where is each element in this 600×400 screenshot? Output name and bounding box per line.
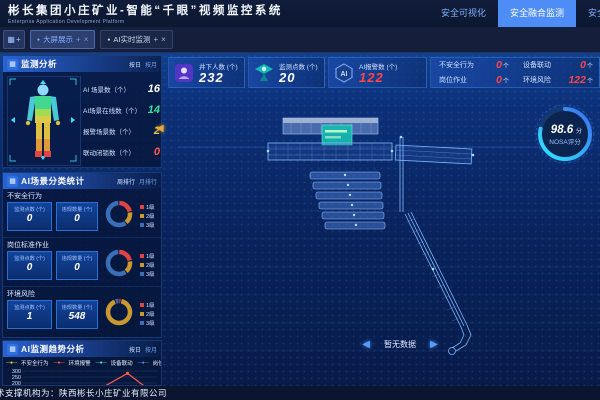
donut-legend: 1级 2级 3级 [140,300,155,327]
metric-box: 监测点数 (个)1 [7,300,52,329]
panel-header: ▦ AI场景分类统计 周排行 月排行 [3,173,161,189]
page-left-arrow-icon[interactable]: ◀ [362,339,370,350]
toggle-daily[interactable]: 按日 [129,60,141,69]
stat-row: 联动闭锁数（个）0 [83,141,160,162]
tab-dot-icon: ● [37,37,40,43]
metric-box: 违规数量 (个)548 [56,300,98,329]
trend-legend: —●—不安全行为 —●—环境报警 —●—设备联动 —●—岗位作业 [3,357,161,367]
add-icon: + [16,35,21,44]
stat-row: AI场景在线数（个）14 [83,99,160,120]
main-roadway-tunnel [268,143,392,160]
metric-box: 违规数量 (个)0 [56,251,98,280]
panel-grid-icon: ▦ [7,35,15,44]
monitor-point-icon [254,63,274,83]
nav-safety-fusion-monitoring[interactable]: 安全融合监测 [498,0,576,27]
donut-chart-position [103,247,135,279]
panel-header: ▦ 监测分析 按日 按月 [3,56,161,72]
grid-stat: 不安全行为0个 [431,58,515,73]
grid-stat: 岗位作业0个 [431,73,515,88]
card-monitor-points: 监测点数 (个) 20 [248,57,325,88]
app-subtitle: Enterprise Application Development Platf… [8,19,283,25]
add-icon[interactable]: + [76,35,81,44]
donut-chart-unsafe [103,198,135,230]
miner-icon [174,63,194,83]
toggle-weekly-rank[interactable]: 周排行 [117,177,135,186]
toggle-monthly[interactable]: 按月 [145,345,157,354]
donut-chart-environment [103,296,135,328]
map-background-lines [168,211,600,351]
inclined-tunnel [405,212,467,327]
card-ai-alarms: AI AI报警数 (个) 122 [328,57,427,88]
support-org-text: 技术支撑机构为：陕西彬长小庄矿业有限公司 [0,386,167,400]
tab-label: 大屏展示 [43,34,73,45]
grid-stat: 设备联动0个 [515,58,599,73]
toggle-monthly-rank[interactable]: 月排行 [139,177,157,186]
nosa-gauge: 98.6 分 NOSA评分 [532,102,598,178]
east-roadway-tunnel [395,145,472,164]
brand: 彬长集团小庄矿业-智能“千眼”视频监控系统 Enterprise Applica… [8,2,283,25]
stat-row: 报警场景数（个）2 [83,120,160,141]
donut-legend: 1级 2级 3级 [140,251,155,278]
monitor-stats: AI 场景数（个）16 AI场景在线数（个）14 报警场景数（个）2 联动闭锁数… [83,78,160,162]
ai-classification-panel: ▦ AI场景分类统计 周排行 月排行 不安全行为 监测点数 (个)0 违规数量 … [2,172,162,338]
svg-text:AI: AI [341,71,348,78]
no-data-pager: ◀ 暂无数据 ▶ [330,336,470,352]
trend-line-chart: 300250200150100 [6,368,160,386]
card-underground-people: 井下人数 (个) 232 [168,57,245,88]
grid-stat: 环境风险122个 [515,73,599,88]
app-title: 彬长集团小庄矿业-智能“千眼”视频监控系统 [8,2,283,18]
no-data-text: 暂无数据 [384,339,416,350]
ai-trend-panel: ▦ AI监测趋势分析 按日 按月 —●—不安全行为 —●—环境报警 —●—设备联… [2,340,162,386]
body-silhouette [26,85,60,158]
add-icon[interactable]: + [154,35,159,44]
class-group-position-standard: 岗位标准作业 监测点数 (个)0 违规数量 (个)0 1级 2级 3级 [3,238,161,287]
toggle-monthly[interactable]: 按月 [145,60,157,69]
footer-bar: 技术支撑机构为：陕西彬长小庄矿业有限公司 [0,386,600,400]
gauge-value: 98.6 [551,124,574,136]
metric-box: 违规数量 (个)0 [56,202,98,231]
tab-list-button[interactable]: ▦ + [3,30,25,49]
nav-safety-management[interactable]: 安全管理 [576,0,600,27]
close-icon[interactable]: × [161,35,166,44]
card-alarm-breakdown: 不安全行为0个 设备联动0个 岗位作业0个 环境风险122个 [430,57,600,88]
dashboard-app: 彬长集团小庄矿业-智能“千眼”视频监控系统 Enterprise Applica… [0,0,600,400]
toggle-daily[interactable]: 按日 [129,345,141,354]
tab-dot-icon: ● [107,37,110,43]
top-header: 彬长集团小庄矿业-智能“千眼”视频监控系统 Enterprise Applica… [0,0,600,27]
tab-bar: ▦ + ● 大屏展示 + × ● AI实时监测 + × [0,27,600,53]
panel-icon: ▦ [7,344,18,355]
stat-row: AI 场景数（个）16 [83,78,160,99]
panel-title: AI场景分类统计 [21,175,85,187]
working-face-bars [310,172,385,229]
sidebar-collapse-arrow[interactable]: ◀ [156,123,164,134]
metric-box: 监测点数 (个)0 [7,202,52,231]
tab-big-screen[interactable]: ● 大屏展示 + × [30,30,95,49]
gauge-label: NOSA评分 [549,137,581,146]
tab-ai-realtime-monitor[interactable]: ● AI实时监测 + × [100,30,172,49]
panel-title: AI监测趋势分析 [21,343,85,355]
page-right-arrow-icon[interactable]: ▶ [430,339,438,350]
close-icon[interactable]: × [84,35,89,44]
monitor-analysis-panel: ▦ 监测分析 按日 按月 [2,55,162,168]
body-heatmap-box [7,76,81,166]
panel-header: ▦ AI监测趋势分析 按日 按月 [3,341,161,357]
ai-icon: AI [334,63,354,83]
tab-label: AI实时监测 [113,34,150,45]
class-group-environment-risk: 环境风险 监测点数 (个)1 违规数量 (个)548 1级 2级 3级 [3,287,161,336]
nav-safety-visualization[interactable]: 安全可视化 [429,0,498,27]
main-content: ▦ 监测分析 按日 按月 [0,53,600,400]
top-nav: 安全可视化 安全融合监测 安全管理 [429,0,600,27]
metric-box: 监测点数 (个)0 [7,251,52,280]
gauge-unit: 分 [576,127,582,135]
class-group-unsafe-behavior: 不安全行为 监测点数 (个)0 违规数量 (个)0 1级 2级 3级 [3,189,161,238]
panel-icon: ▦ [7,59,18,70]
map-camera-marker[interactable] [322,125,352,145]
panel-title: 监测分析 [21,58,57,70]
panel-icon: ▦ [7,176,18,187]
donut-legend: 1级 2级 3级 [140,202,155,229]
body-heatmap-figure [8,77,78,163]
